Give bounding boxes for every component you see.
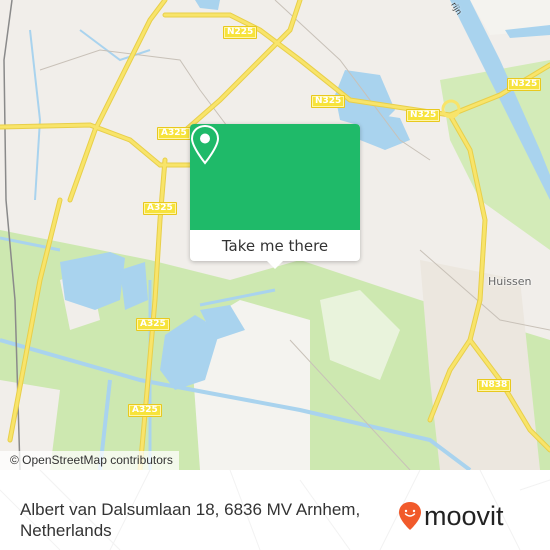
road-shield-a325: A325 <box>128 404 162 417</box>
lake <box>360 112 410 150</box>
place-label-huissen: Huissen <box>488 275 532 288</box>
road-shield-n325: N325 <box>406 109 441 122</box>
location-popup: Take me there <box>190 124 360 269</box>
popup-header <box>190 124 360 230</box>
moovit-pin-icon <box>399 502 421 530</box>
map-attribution[interactable]: © OpenStreetMap contributors <box>0 451 179 470</box>
road-n225-link <box>67 0 168 203</box>
take-me-there-button[interactable]: Take me there <box>190 230 360 261</box>
popup-pointer <box>266 260 284 269</box>
road-shield-n225: N225 <box>223 26 258 39</box>
lake <box>60 252 125 310</box>
road-shield-a325: A325 <box>143 202 177 215</box>
road-shield-a325: A325 <box>157 127 191 140</box>
map-view[interactable]: N225 N325 N325 N325 A325 A325 A325 A325 … <box>0 0 550 470</box>
footer: Albert van Dalsumlaan 18, 6836 MV Arnhem… <box>0 470 550 550</box>
road-shield-a325: A325 <box>136 318 170 331</box>
road-shield-n325: N325 <box>311 95 346 108</box>
road-shield-n838: N838 <box>477 379 512 392</box>
pond <box>195 0 220 10</box>
address-text: Albert van Dalsumlaan 18, 6836 MV Arnhem… <box>20 499 380 541</box>
address-line-2: Netherlands <box>20 521 112 540</box>
road-shield-n325: N325 <box>507 78 542 91</box>
address-line-1: Albert van Dalsumlaan 18, 6836 MV Arnhem… <box>20 500 361 519</box>
canal <box>29 29 42 201</box>
moovit-logo[interactable]: moovit <box>398 501 504 531</box>
map-pin-icon <box>190 124 220 165</box>
moovit-logo-text: moovit <box>424 500 504 531</box>
